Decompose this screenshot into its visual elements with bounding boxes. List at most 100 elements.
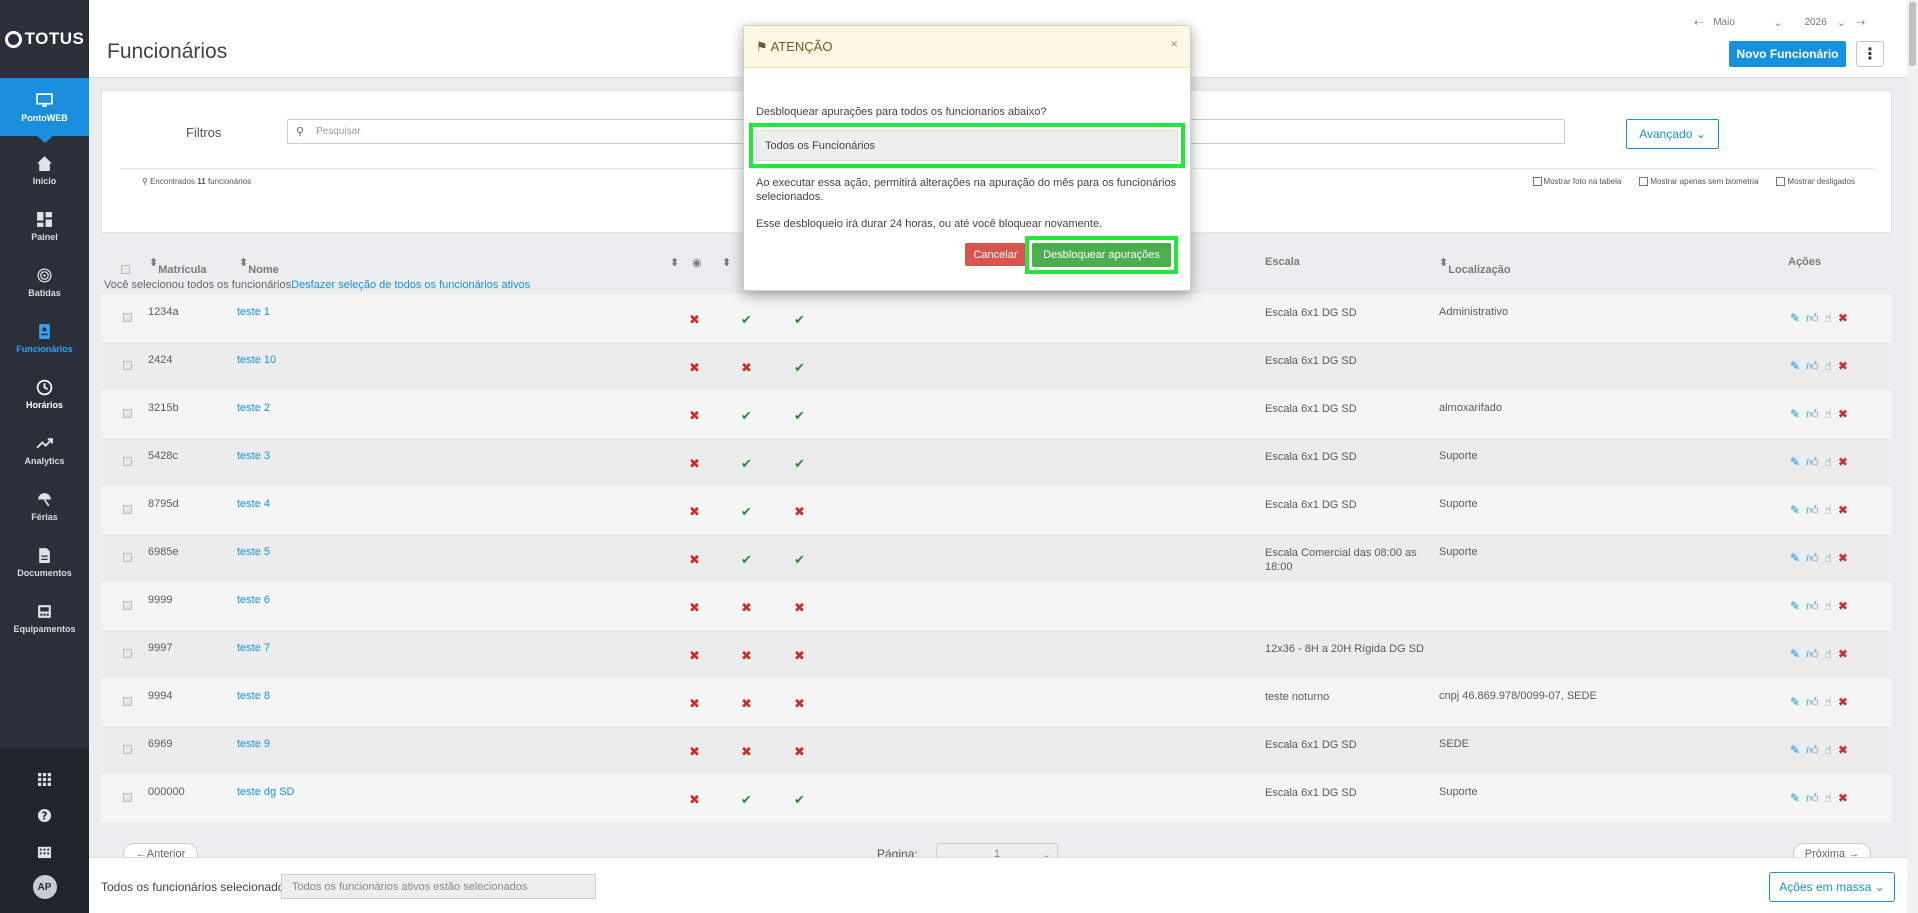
- edit-icon[interactable]: ✎: [1790, 743, 1800, 758]
- undo-selection-link[interactable]: Desfazer seleção de todos os funcionário…: [291, 279, 530, 291]
- row-nome-link[interactable]: teste 7: [237, 642, 270, 654]
- row-nome-link[interactable]: teste dg SD: [237, 786, 294, 798]
- avatar[interactable]: AP: [32, 875, 57, 899]
- unlock-button[interactable]: Desbloquear apurações: [1032, 243, 1171, 267]
- delete-icon[interactable]: ✖: [1838, 503, 1848, 518]
- thumbs-up-icon[interactable]: 👍︎: [1806, 791, 1819, 806]
- row-checkbox[interactable]: [123, 505, 132, 514]
- thumbs-up-icon[interactable]: 👍︎: [1806, 743, 1819, 758]
- row-checkbox[interactable]: [123, 361, 132, 370]
- sidebar-item-equipamentos[interactable]: Equipamentos: [0, 590, 89, 646]
- chevron-down-icon[interactable]: ⌄: [1837, 16, 1846, 29]
- help-icon[interactable]: ?: [0, 797, 89, 833]
- row-nome-link[interactable]: teste 4: [237, 498, 270, 510]
- company-icon[interactable]: [0, 833, 89, 869]
- show-photo-checkbox[interactable]: Mostrar foto na tabela: [1532, 177, 1621, 186]
- scrollbar[interactable]: [1907, 0, 1918, 913]
- delete-icon[interactable]: ✖: [1838, 407, 1848, 422]
- month-select[interactable]: Maio: [1713, 17, 1763, 28]
- hand-pointer-icon[interactable]: ☝︎: [1825, 455, 1832, 470]
- hand-pointer-icon[interactable]: ☝︎: [1825, 647, 1832, 662]
- sidebar-item-documentos[interactable]: Documentos: [0, 534, 89, 590]
- thumbs-up-icon[interactable]: 👍︎: [1806, 503, 1819, 518]
- sort-localizacao-header[interactable]: ⬍ Localização: [1439, 256, 1511, 276]
- sidebar-item-analytics[interactable]: Analytics: [0, 422, 89, 478]
- row-checkbox[interactable]: [123, 601, 132, 610]
- thumbs-up-icon[interactable]: 👍︎: [1806, 695, 1819, 710]
- thumbs-up-icon[interactable]: 👍︎: [1806, 407, 1819, 422]
- row-nome-link[interactable]: teste 2: [237, 402, 270, 414]
- delete-icon[interactable]: ✖: [1838, 695, 1848, 710]
- show-dismissed-checkbox[interactable]: Mostrar desligados: [1776, 177, 1855, 186]
- delete-icon[interactable]: ✖: [1838, 311, 1848, 326]
- row-nome-link[interactable]: teste 10: [237, 354, 276, 366]
- thumbs-up-icon[interactable]: 👍︎: [1806, 647, 1819, 662]
- edit-icon[interactable]: ✎: [1790, 359, 1800, 374]
- row-checkbox[interactable]: [123, 745, 132, 754]
- row-checkbox[interactable]: [123, 457, 132, 466]
- thumbs-up-icon[interactable]: 👍︎: [1806, 455, 1819, 470]
- sidebar-item-inicio[interactable]: Início: [0, 142, 89, 198]
- delete-icon[interactable]: ✖: [1838, 743, 1848, 758]
- mass-actions-button[interactable]: Ações em massa ⌄: [1769, 872, 1895, 902]
- sidebar-item-batidas[interactable]: Batidas: [0, 254, 89, 310]
- more-options-button[interactable]: ⋮: [1856, 41, 1884, 67]
- edit-icon[interactable]: ✎: [1790, 503, 1800, 518]
- delete-icon[interactable]: ✖: [1838, 359, 1848, 374]
- hand-pointer-icon[interactable]: ☝︎: [1825, 599, 1832, 614]
- chevron-down-icon[interactable]: ⌄: [1773, 16, 1782, 29]
- row-checkbox[interactable]: [123, 649, 132, 658]
- apps-grid-icon[interactable]: [0, 761, 89, 797]
- row-nome-link[interactable]: teste 8: [237, 690, 270, 702]
- sidebar-item-pontoweb[interactable]: PontoWEB: [0, 78, 89, 143]
- hand-pointer-icon[interactable]: ☝︎: [1825, 359, 1832, 374]
- delete-icon[interactable]: ✖: [1838, 647, 1848, 662]
- previous-month-icon[interactable]: ⇠: [1694, 16, 1703, 29]
- row-nome-link[interactable]: teste 1: [237, 306, 270, 318]
- sidebar-item-horarios[interactable]: Horários: [0, 366, 89, 422]
- row-nome-link[interactable]: teste 3: [237, 450, 270, 462]
- sort-nome-header[interactable]: ⬍ Nome: [239, 256, 279, 276]
- edit-icon[interactable]: ✎: [1790, 455, 1800, 470]
- edit-icon[interactable]: ✎: [1790, 407, 1800, 422]
- sidebar-item-painel[interactable]: Painel: [0, 198, 89, 254]
- thumbs-up-icon[interactable]: 👍︎: [1806, 311, 1819, 326]
- hand-pointer-icon[interactable]: ☝︎: [1825, 311, 1832, 326]
- next-month-icon[interactable]: ⇢: [1856, 16, 1865, 29]
- sidebar-item-ferias[interactable]: Férias: [0, 478, 89, 534]
- row-checkbox[interactable]: [123, 553, 132, 562]
- edit-icon[interactable]: ✎: [1790, 791, 1800, 806]
- thumbs-up-icon[interactable]: 👍︎: [1806, 551, 1819, 566]
- sort-icon[interactable]: ⬍: [670, 256, 679, 269]
- fingerprint-column-icon[interactable]: ◉: [692, 256, 702, 269]
- delete-icon[interactable]: ✖: [1838, 551, 1848, 566]
- hand-pointer-icon[interactable]: ☝︎: [1825, 695, 1832, 710]
- cancel-button[interactable]: Cancelar: [965, 243, 1026, 266]
- delete-icon[interactable]: ✖: [1838, 455, 1848, 470]
- row-nome-link[interactable]: teste 9: [237, 738, 270, 750]
- thumbs-up-icon[interactable]: 👍︎: [1806, 599, 1819, 614]
- sidebar-item-funcionarios[interactable]: Funcionários: [0, 310, 89, 366]
- edit-icon[interactable]: ✎: [1790, 311, 1800, 326]
- hand-pointer-icon[interactable]: ☝︎: [1825, 551, 1832, 566]
- show-no-biometry-checkbox[interactable]: Mostrar apenas sem biometria: [1639, 177, 1758, 186]
- edit-icon[interactable]: ✎: [1790, 599, 1800, 614]
- row-checkbox[interactable]: [123, 793, 132, 802]
- row-checkbox[interactable]: [123, 409, 132, 418]
- delete-icon[interactable]: ✖: [1838, 791, 1848, 806]
- hand-pointer-icon[interactable]: ☝︎: [1825, 503, 1832, 518]
- row-checkbox[interactable]: [123, 697, 132, 706]
- hand-pointer-icon[interactable]: ☝︎: [1825, 407, 1832, 422]
- sort-matricula-header[interactable]: ⬍ Matrícula: [149, 256, 207, 276]
- year-select[interactable]: 2026: [1804, 17, 1826, 28]
- logo[interactable]: TOTUS: [0, 0, 89, 78]
- row-nome-link[interactable]: teste 5: [237, 546, 270, 558]
- thumbs-up-icon[interactable]: 👍︎: [1806, 359, 1819, 374]
- delete-icon[interactable]: ✖: [1838, 599, 1848, 614]
- scrollbar-thumb[interactable]: [1909, 2, 1916, 66]
- escala-header[interactable]: Escala: [1265, 256, 1300, 268]
- edit-icon[interactable]: ✎: [1790, 695, 1800, 710]
- sort-icon[interactable]: ⬍: [722, 256, 731, 269]
- row-checkbox[interactable]: [123, 313, 132, 322]
- new-employee-button[interactable]: Novo Funcionário: [1729, 41, 1846, 67]
